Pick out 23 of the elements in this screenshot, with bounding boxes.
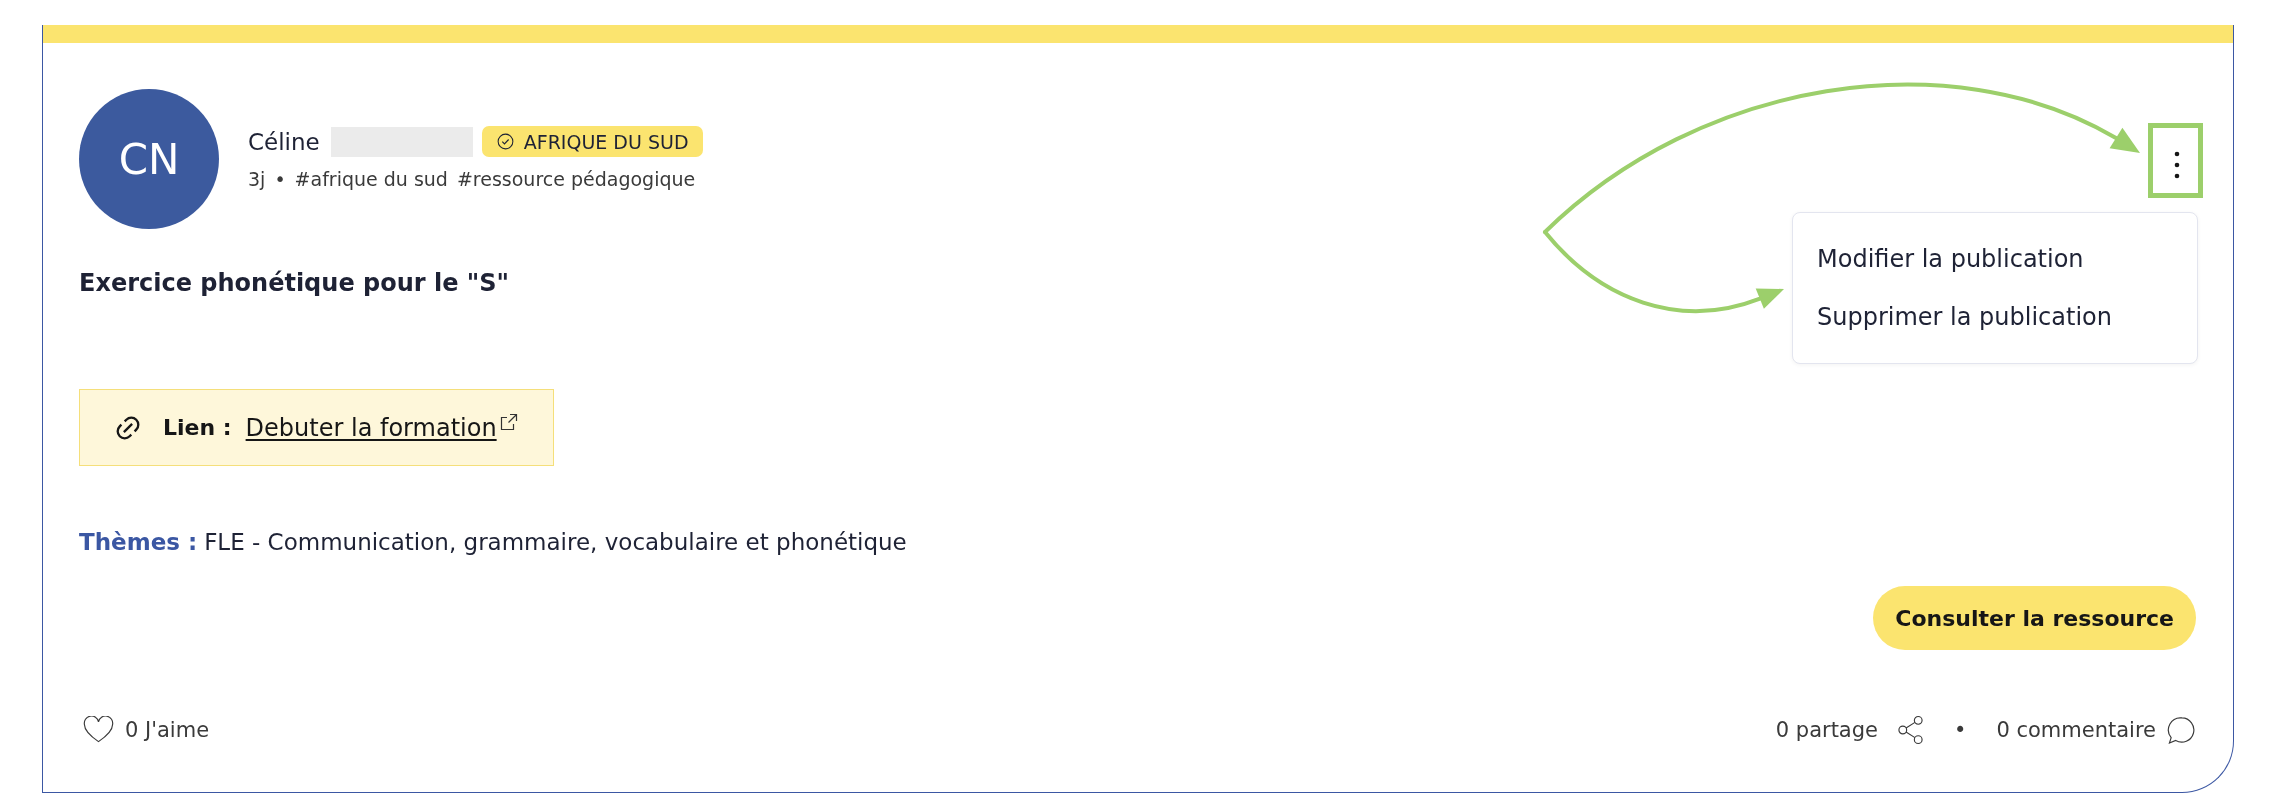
- course-link[interactable]: Debuter la formation: [245, 413, 497, 442]
- heart-icon: [83, 716, 114, 744]
- avatar-initials: CN: [79, 89, 219, 229]
- hashtag-link[interactable]: #ressource pédagogique: [456, 165, 696, 192]
- country-badge: AFRIQUE DU SUD: [481, 126, 703, 157]
- hashtag-link[interactable]: #afrique du sud: [294, 165, 448, 192]
- vertical-dots-icon: [2174, 151, 2180, 179]
- menu-item[interactable]: Modifier la publication: [1793, 230, 2197, 288]
- themes-label: Thèmes :: [79, 528, 198, 556]
- link-label: Lien :: [163, 415, 232, 440]
- post-title: Exercice phonétique pour le "S": [79, 268, 510, 298]
- like-button[interactable]: 0 J'aime: [79, 714, 210, 746]
- bullet-separator: •: [1954, 717, 1967, 744]
- author-name: Céline: [248, 127, 320, 157]
- menu-item[interactable]: Supprimer la publication: [1793, 288, 2197, 346]
- share-button[interactable]: 0 partage: [1775, 714, 1924, 746]
- post-age: 3j: [248, 166, 266, 192]
- speech-bubble-icon: [2167, 715, 2196, 745]
- themes-value: FLE - Communication, grammaire, vocabulaire et phonétique: [204, 528, 907, 556]
- consult-resource-button[interactable]: Consulter la ressource: [1873, 586, 2196, 650]
- bullet-separator: •: [274, 166, 286, 192]
- comment-button[interactable]: 0 commentaire: [1996, 714, 2196, 746]
- share-icon: [1897, 715, 1924, 745]
